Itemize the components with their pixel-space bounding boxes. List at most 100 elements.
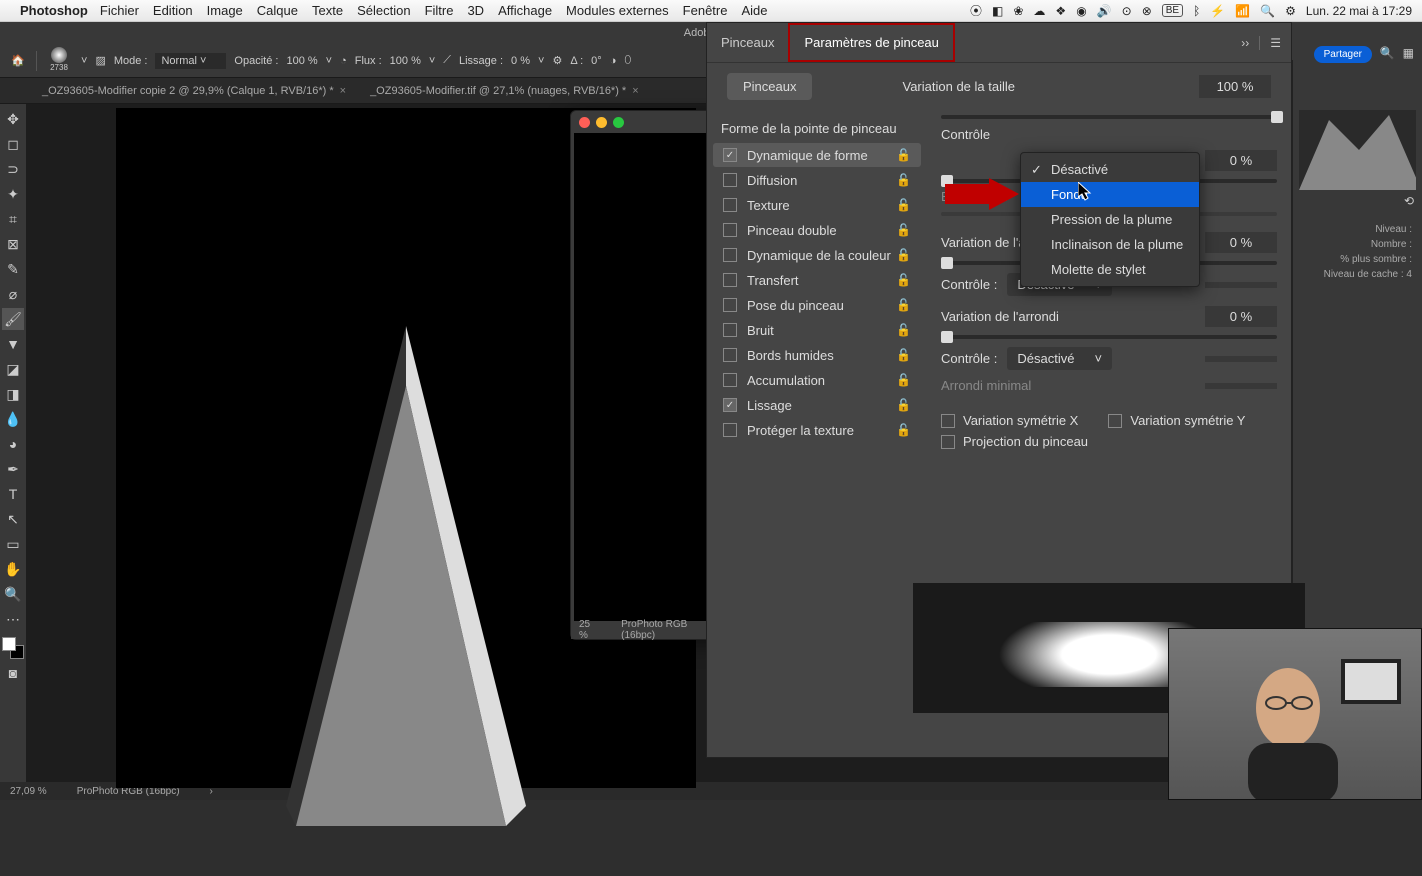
lock-icon[interactable]: 🔓 [896, 273, 911, 287]
lock-icon[interactable]: 🔓 [896, 373, 911, 387]
lock-icon[interactable]: 🔓 [896, 348, 911, 362]
lasso-tool-icon[interactable]: ⊃ [2, 158, 24, 180]
chevron-down-icon[interactable]: ˅ [429, 55, 435, 67]
hand-tool-icon[interactable]: ✋ [2, 558, 24, 580]
menu-texte[interactable]: Texte [312, 3, 343, 18]
status-icon[interactable]: ◧ [992, 4, 1003, 18]
flip-x-checkbox[interactable]: Variation symétrie X [941, 413, 1078, 428]
lock-icon[interactable]: 🔓 [896, 223, 911, 237]
workspace-icon[interactable]: ▦ [1403, 46, 1414, 60]
dropdown-item[interactable]: Molette de stylet [1021, 257, 1199, 282]
lock-icon[interactable]: 🔓 [896, 398, 911, 412]
checkbox[interactable] [723, 248, 737, 262]
heal-tool-icon[interactable]: ⌀ [2, 283, 24, 305]
lang-badge[interactable]: BE [1162, 4, 1183, 17]
wand-tool-icon[interactable]: ✦ [2, 183, 24, 205]
lock-icon[interactable]: 🔓 [896, 148, 911, 162]
brush-option-diffusion[interactable]: Diffusion🔓 [713, 168, 921, 192]
brush-option-pose-du-pinceau[interactable]: Pose du pinceau🔓 [713, 293, 921, 317]
close-icon[interactable]: × [340, 85, 346, 97]
angle-control-value[interactable] [1205, 282, 1277, 288]
brush-option-bruit[interactable]: Bruit🔓 [713, 318, 921, 342]
path-tool-icon[interactable]: ↖ [2, 508, 24, 530]
chevron-down-icon[interactable]: ˅ [538, 55, 544, 67]
close-icon[interactable]: × [632, 85, 638, 97]
lock-icon[interactable]: 🔓 [896, 323, 911, 337]
checkbox[interactable]: ✓ [723, 398, 737, 412]
brush-option-accumulation[interactable]: Accumulation🔓 [713, 368, 921, 392]
histogram[interactable] [1299, 110, 1416, 190]
home-icon[interactable]: 🏠 [8, 51, 28, 71]
symmetry-icon[interactable]: ⬯ [624, 54, 631, 67]
shape-tool-icon[interactable]: ▭ [2, 533, 24, 555]
dropdown-item[interactable]: Fondu [1021, 182, 1199, 207]
roundness-control-value[interactable] [1205, 356, 1277, 362]
document-tab[interactable]: _OZ93605-Modifier.tif @ 27,1% (nuages, R… [358, 78, 651, 103]
menu-selection[interactable]: Sélection [357, 3, 410, 18]
chevron-down-icon[interactable]: ˅ [326, 55, 332, 67]
status-icon[interactable]: ⊗ [1142, 4, 1152, 18]
clock[interactable]: Lun. 22 mai à 17:29 [1306, 4, 1412, 18]
checkbox[interactable] [723, 173, 737, 187]
presets-button[interactable]: Pinceaux [727, 73, 812, 100]
gear-icon[interactable]: ⚙ [552, 54, 562, 67]
projection-checkbox[interactable]: Projection du pinceau [941, 434, 1277, 449]
lock-icon[interactable]: 🔓 [896, 248, 911, 262]
chevron-down-icon[interactable]: ˅ [81, 55, 87, 67]
min-diameter-value[interactable]: 0 % [1205, 150, 1277, 171]
status-icon[interactable]: ☁ [1033, 4, 1045, 18]
frame-tool-icon[interactable]: ⊠ [2, 233, 24, 255]
brush-option-texture[interactable]: Texture🔓 [713, 193, 921, 217]
size-jitter-value[interactable]: 100 % [1199, 75, 1271, 98]
brush-option-transfert[interactable]: Transfert🔓 [713, 268, 921, 292]
roundness-jitter-slider[interactable] [941, 335, 1277, 339]
menu-aide[interactable]: Aide [741, 3, 767, 18]
minimize-window-icon[interactable] [596, 117, 607, 128]
status-icon[interactable]: ❖ [1055, 4, 1066, 18]
search-icon[interactable]: 🔍 [1260, 4, 1275, 18]
move-tool-icon[interactable]: ✥ [2, 108, 24, 130]
expand-icon[interactable]: ›› [1241, 36, 1249, 50]
document-tab[interactable]: _OZ93605-Modifier copie 2 @ 29,9% (Calqu… [30, 78, 358, 103]
checkbox[interactable]: ✓ [723, 148, 737, 162]
tab-parametres-pinceau[interactable]: Paramètres de pinceau [788, 23, 954, 62]
checkbox[interactable] [723, 323, 737, 337]
menu-fichier[interactable]: Fichier [100, 3, 139, 18]
roundness-jitter-value[interactable]: 0 % [1205, 306, 1277, 327]
eraser-tool-icon[interactable]: ◪ [2, 358, 24, 380]
menu-3d[interactable]: 3D [467, 3, 484, 18]
pressure-opacity-icon[interactable]: ◔ [340, 55, 347, 67]
mask-mode-icon[interactable]: ◙ [2, 662, 24, 684]
refresh-icon[interactable]: ⟲ [1404, 194, 1414, 208]
checkbox[interactable] [723, 273, 737, 287]
checkbox[interactable] [723, 223, 737, 237]
checkbox[interactable] [723, 423, 737, 437]
pen-tool-icon[interactable]: ✒ [2, 458, 24, 480]
dropdown-item[interactable]: Pression de la plume [1021, 207, 1199, 232]
brush-tool-icon[interactable]: 🖌 [2, 308, 24, 330]
brush-option-dynamique-de-forme[interactable]: ✓Dynamique de forme🔓 [713, 143, 921, 167]
angle-jitter-value[interactable]: 0 % [1205, 232, 1277, 253]
size-jitter-slider[interactable] [941, 115, 1277, 119]
menu-modules[interactable]: Modules externes [566, 3, 669, 18]
maximize-window-icon[interactable] [613, 117, 624, 128]
menu-affichage[interactable]: Affichage [498, 3, 552, 18]
checkbox[interactable] [723, 348, 737, 362]
zoom-tool-icon[interactable]: 🔍 [2, 583, 24, 605]
lissage-input[interactable]: 0 % [511, 55, 530, 67]
crop-tool-icon[interactable]: ⌗ [2, 208, 24, 230]
search-icon[interactable]: 🔍 [1380, 46, 1395, 60]
status-icon[interactable]: ◉ [1076, 4, 1086, 18]
marquee-tool-icon[interactable]: ◻ [2, 133, 24, 155]
dodge-tool-icon[interactable]: ◕ [2, 433, 24, 455]
eyedropper-tool-icon[interactable]: ✎ [2, 258, 24, 280]
pressure-size-icon[interactable]: ◑ [610, 55, 617, 67]
brush-preview[interactable]: 2738 [45, 47, 73, 75]
menu-filtre[interactable]: Filtre [425, 3, 454, 18]
volume-icon[interactable]: 🔊 [1097, 4, 1112, 18]
menu-calque[interactable]: Calque [257, 3, 298, 18]
gradient-tool-icon[interactable]: ◨ [2, 383, 24, 405]
brush-option-dynamique-de-la-couleur[interactable]: Dynamique de la couleur🔓 [713, 243, 921, 267]
brush-option-protéger-la-texture[interactable]: Protéger la texture🔓 [713, 418, 921, 442]
menu-edition[interactable]: Edition [153, 3, 193, 18]
